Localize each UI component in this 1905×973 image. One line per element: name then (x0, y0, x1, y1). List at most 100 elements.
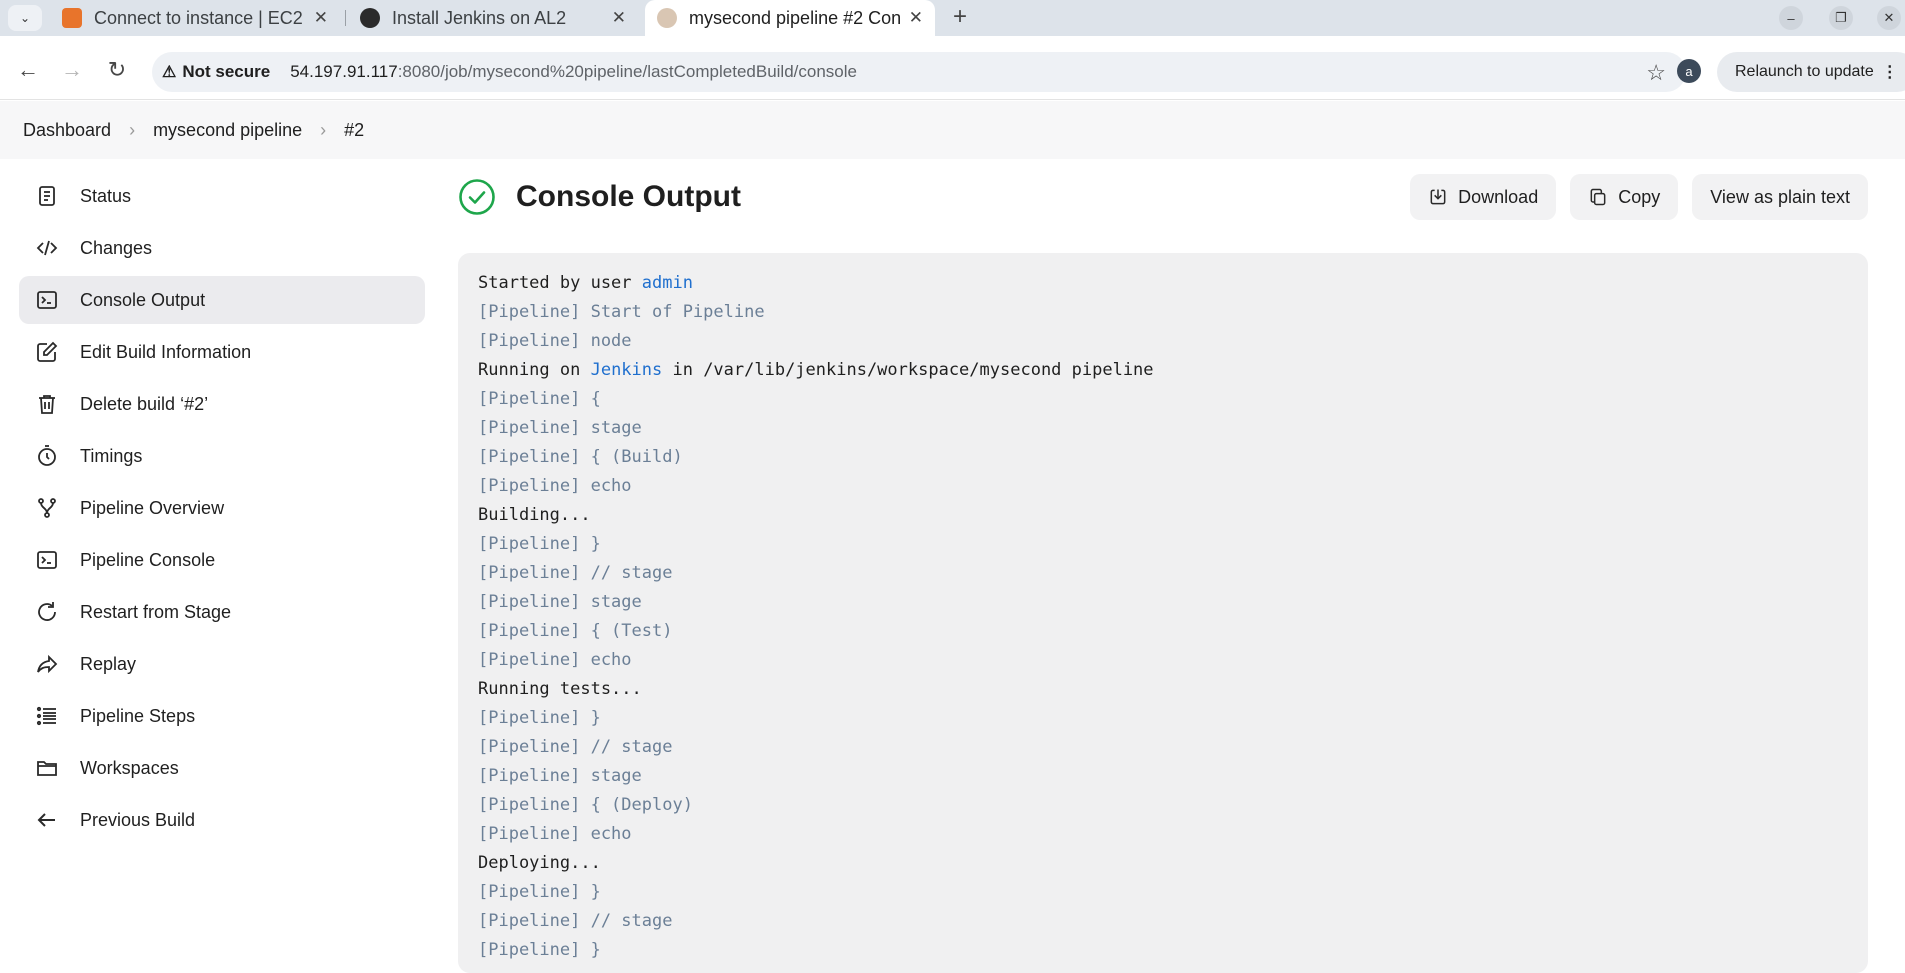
terminal-icon (33, 546, 61, 574)
sidebar-item-label: Replay (80, 653, 137, 674)
pipeline-step-text: [Pipeline] // stage (478, 563, 673, 583)
folder-icon (33, 754, 61, 782)
pipeline-step-text: [Pipeline] // stage (478, 911, 673, 931)
view-plain-text-label: View as plain text (1710, 186, 1850, 207)
reload-icon[interactable]: ↻ (103, 56, 131, 84)
restore-window-icon[interactable]: ❐ (1829, 6, 1853, 30)
sidebar-item-pipeline-overview[interactable]: Pipeline Overview (19, 484, 425, 532)
console-line: [Pipeline] stage (478, 588, 1848, 617)
browser-tab[interactable]: Connect to instance | EC2 ✕ (50, 0, 340, 36)
pipeline-step-text: [Pipeline] stage (478, 766, 642, 786)
chevron-right-icon: › (129, 119, 136, 140)
sidebar-item-replay[interactable]: Replay (19, 640, 425, 688)
console-line: [Pipeline] echo (478, 820, 1848, 849)
profile-avatar[interactable]: a (1677, 59, 1701, 83)
tab-title: Connect to instance | EC2 (94, 7, 303, 28)
replay-icon (33, 650, 61, 678)
new-tab-icon[interactable]: + (946, 4, 974, 32)
sidebar-item-label: Timings (80, 445, 143, 466)
pipeline-step-text: [Pipeline] echo (478, 476, 632, 496)
breadcrumb-job[interactable]: mysecond pipeline (153, 120, 302, 141)
sidebar-item-label: Pipeline Console (80, 549, 216, 570)
console-line: Started by user admin (478, 273, 693, 293)
code-icon (33, 234, 61, 262)
sidebar-item-edit-build-information[interactable]: Edit Build Information (19, 328, 425, 376)
sidebar-item-pipeline-steps[interactable]: Pipeline Steps (19, 692, 425, 740)
console-line: [Pipeline] } (478, 878, 1848, 907)
console-link[interactable]: admin (642, 273, 693, 293)
chevron-right-icon: › (320, 119, 327, 140)
browser-tab[interactable]: Install Jenkins on AL2 ✕ (348, 0, 638, 36)
breadcrumb-build[interactable]: #2 (344, 120, 364, 141)
tab-title: mysecond pipeline #2 Console (689, 7, 901, 28)
sidebar-item-timings[interactable]: Timings (19, 432, 425, 480)
forward-arrow-icon[interactable]: → (58, 56, 86, 84)
sidebar-item-changes[interactable]: Changes (19, 224, 425, 272)
trash-icon (33, 390, 61, 418)
sidebar-item-status[interactable]: Status (19, 172, 425, 220)
sidebar-item-label: Pipeline Steps (80, 705, 196, 726)
close-tab-icon[interactable]: ✕ (314, 8, 328, 28)
console-line: Deploying... (478, 853, 601, 873)
jenkins-favicon-icon (657, 8, 677, 28)
close-window-icon[interactable]: ✕ (1877, 6, 1901, 30)
view-plain-text-button[interactable]: View as plain text (1692, 174, 1868, 220)
breadcrumb: Dashboard › mysecond pipeline › #2 (0, 101, 1905, 159)
copy-button[interactable]: Copy (1570, 174, 1679, 220)
page-title: Console Output (516, 180, 741, 213)
url-path: :8080/job/mysecond%20pipeline/lastComple… (397, 62, 857, 81)
browser-tab-active[interactable]: mysecond pipeline #2 Console ✕ (645, 0, 935, 36)
pipeline-step-text: [Pipeline] } (478, 708, 601, 728)
console-line: Running tests... (478, 679, 642, 699)
back-arrow-icon[interactable]: ← (14, 56, 42, 84)
bookmark-star-icon[interactable]: ☆ (1646, 60, 1666, 86)
download-button[interactable]: Download (1410, 174, 1557, 220)
pipeline-step-text: [Pipeline] stage (478, 418, 642, 438)
sidebar-item-delete-build[interactable]: Delete build ‘#2’ (19, 380, 425, 428)
sidebar-item-console-output[interactable]: Console Output (19, 276, 425, 324)
console-line: Running on Jenkins in /var/lib/jenkins/w… (478, 360, 1154, 380)
sidebar-item-label: Restart from Stage (80, 601, 232, 622)
minimize-window-icon[interactable]: – (1779, 6, 1803, 30)
tab-search-chevron-icon[interactable]: ⌄ (8, 5, 42, 31)
sidebar-item-workspaces[interactable]: Workspaces (19, 744, 425, 792)
console-line: [Pipeline] { (478, 385, 1848, 414)
relaunch-button[interactable]: Relaunch to update ⋮ (1717, 52, 1905, 92)
pipeline-step-text: [Pipeline] Start of Pipeline (478, 302, 765, 322)
pipeline-step-text: [Pipeline] { (Test) (478, 621, 673, 641)
pipeline-step-text: [Pipeline] { (478, 389, 601, 409)
console-line: [Pipeline] echo (478, 472, 1848, 501)
console-link[interactable]: Jenkins (591, 360, 663, 380)
close-tab-icon[interactable]: ✕ (612, 8, 626, 28)
menu-dots-icon[interactable]: ⋮ (1882, 62, 1898, 82)
sidebar-item-restart-from-stage[interactable]: Restart from Stage (19, 588, 425, 636)
close-tab-icon[interactable]: ✕ (909, 8, 923, 28)
arrow-left-icon (33, 806, 61, 834)
console-line: [Pipeline] stage (478, 414, 1848, 443)
pipeline-step-text: [Pipeline] node (478, 331, 632, 351)
sidebar: Status Changes Console Output Edit Build… (19, 172, 425, 848)
sidebar-item-previous-build[interactable]: Previous Build (19, 796, 425, 844)
security-indicator[interactable]: ⚠ Not secure (162, 62, 270, 82)
tab-title: Install Jenkins on AL2 (392, 7, 567, 28)
sidebar-item-label: Pipeline Overview (80, 497, 225, 518)
restart-icon (33, 598, 61, 626)
console-actions: Download Copy View as plain text (1410, 174, 1868, 220)
browser-tab-strip: ⌄ Connect to instance | EC2 ✕ Install Je… (0, 0, 1905, 36)
console-line: [Pipeline] } (478, 530, 1848, 559)
console-line: [Pipeline] } (478, 704, 1848, 733)
stopwatch-icon (33, 442, 61, 470)
document-icon (33, 182, 61, 210)
terminal-icon (33, 286, 61, 314)
edit-icon (33, 338, 61, 366)
sidebar-item-label: Console Output (80, 289, 206, 310)
console-line: [Pipeline] } (478, 936, 1848, 965)
console-line: [Pipeline] echo (478, 646, 1848, 675)
sidebar-item-pipeline-console[interactable]: Pipeline Console (19, 536, 425, 584)
aws-favicon-icon (62, 8, 82, 28)
breadcrumb-dashboard[interactable]: Dashboard (23, 120, 111, 141)
pipeline-step-text: [Pipeline] echo (478, 824, 632, 844)
address-bar[interactable]: ⚠ Not secure 54.197.91.117 :8080/job/mys… (152, 52, 1686, 92)
download-icon (1430, 189, 1446, 205)
github-favicon-icon (360, 8, 380, 28)
